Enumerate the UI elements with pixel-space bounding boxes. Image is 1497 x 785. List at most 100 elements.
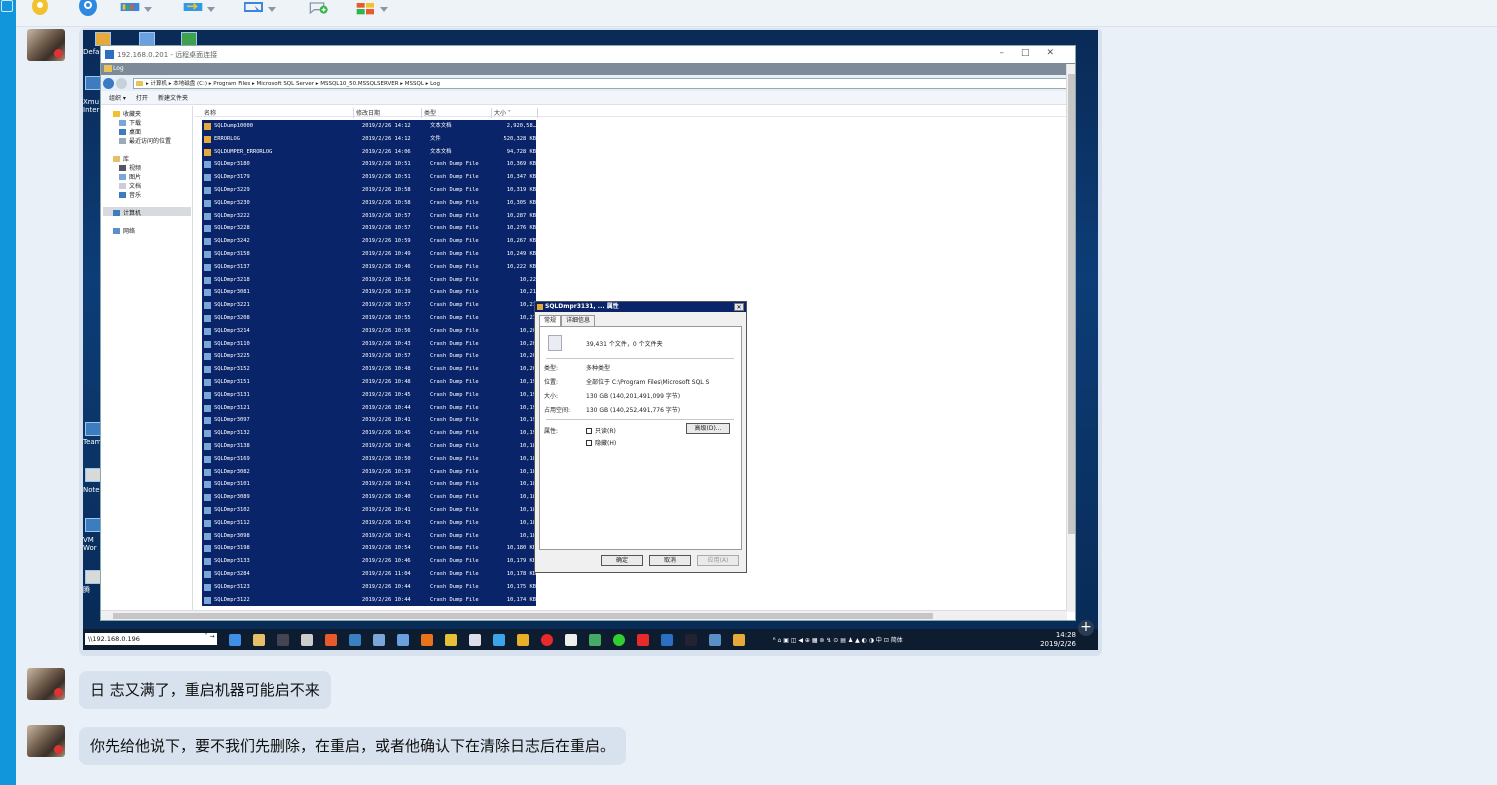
app-icon[interactable] [493,634,505,646]
file-row[interactable]: SQLDmpr3081 2019/2/26 10:39 Crash Dump Fil… [202,286,536,300]
nav-libraries[interactable]: 库 [113,154,129,163]
tab-details[interactable]: 详细信息 [561,315,596,326]
app-icon[interactable] [445,634,457,646]
chevron-down-icon[interactable] [268,6,276,12]
app-icon[interactable] [613,634,625,646]
file-row[interactable]: SQLDmpr3169 2019/2/26 10:50 Crash Dump Fil… [202,452,536,466]
file-row[interactable]: SQLDmpr3158 2019/2/26 10:49 Crash Dump Fil… [202,248,536,261]
message-bubble[interactable]: 日 志又满了，重启机器可能启不来 [79,671,331,709]
nav-favorites[interactable]: 收藏夹 [113,109,141,118]
file-row[interactable]: SQLDmpr3131 2019/2/26 10:45 Crash Dump Fil… [202,388,536,402]
file-row[interactable]: SQLDmpr3098 2019/2/26 10:41 Crash Dump Fil… [202,529,536,543]
file-row[interactable]: ERRORLOG 2019/2/26 14:12 文件 520,328 KB [202,132,536,146]
file-row[interactable]: SQLDmpr3137 2019/2/26 10:46 Crash Dump Fil… [202,260,536,274]
search-icon[interactable] [421,634,433,646]
message-bubble[interactable]: 你先给他说下，要不我们先删除，在重启，或者他确认下在清除日志后在重启。 [79,727,627,765]
horizontal-scrollbar[interactable] [101,610,1067,620]
file-row[interactable]: SQLDmpr3229 2019/2/26 10:58 Crash Dump Fil… [202,184,536,197]
chrome-icon[interactable] [517,634,529,646]
dialog-titlebar[interactable]: SQLDmpr3131, ... 属性 ✕ [535,302,746,312]
file-row[interactable]: SQLDmpr3102 2019/2/26 10:41 Crash Dump Fil… [202,504,536,517]
file-row[interactable]: SQLDmpr3222 2019/2/26 10:57 Crash Dump Fil… [202,209,536,223]
open-button[interactable]: 打开 [136,93,148,102]
chevron-down-icon[interactable] [144,6,152,12]
remote-desktop-button[interactable] [244,0,276,18]
file-row[interactable]: SQLDmpr3138 2019/2/26 10:46 Crash Dump Fil… [202,440,536,453]
file-row[interactable]: SQLDump10000 2019/2/26 14:12 文本文档 2,920,58… [202,120,536,133]
app-icon[interactable] [397,634,409,646]
file-row[interactable]: SQLDmpr3110 2019/2/26 10:43 Crash Dump Fil… [202,337,536,351]
file-row[interactable]: SQLDmpr3284 2019/2/26 11:04 Crash Dump Fil… [202,568,536,581]
file-row[interactable]: SQLDmpr3133 2019/2/26 10:46 Crash Dump Fil… [202,555,536,568]
app-icon[interactable] [349,634,361,646]
scroll-thumb[interactable] [113,613,933,619]
file-row[interactable]: SQLDmpr3225 2019/2/26 10:57 Crash Dump Fil… [202,350,536,364]
nav-computer[interactable]: 计算机 [113,208,141,217]
scroll-thumb[interactable] [1068,74,1075,534]
avatar[interactable] [27,668,65,700]
avatar[interactable] [27,29,65,61]
camera-button[interactable] [78,0,98,18]
terminal-icon[interactable] [685,634,697,646]
ie-icon[interactable] [229,634,241,646]
advanced-button[interactable]: 高级(D)... [686,423,730,434]
nav-recent[interactable]: 最近访问的位置 [119,136,171,145]
vertical-scrollbar[interactable] [1066,64,1075,612]
app-icon[interactable] [637,634,649,646]
opera-icon[interactable] [541,634,553,646]
file-row[interactable]: SQLDmpr3179 2019/2/26 10:51 Crash Dump Fil… [202,171,536,184]
file-row[interactable]: SQLDmpr3228 2019/2/26 10:57 Crash Dump Fil… [202,222,536,236]
col-size[interactable]: 大小 ˅ [492,108,538,118]
app-icon[interactable] [373,634,385,646]
sidebar-mini-icon[interactable] [1,0,13,12]
go-button[interactable]: ˅ → [204,633,215,645]
apps-button[interactable] [356,0,388,18]
file-row[interactable]: SQLDUMPER_ERRORLOG 2019/2/26 14:06 文本文档 94,… [202,145,536,159]
hidden-checkbox[interactable]: 隐藏(H) [586,438,616,447]
sql-server-icon[interactable] [589,634,601,646]
file-row[interactable]: SQLDmpr3112 2019/2/26 10:43 Crash Dump Fil… [202,516,536,530]
folder-icon[interactable] [253,634,265,646]
file-row[interactable]: SQLDmpr3208 2019/2/26 10:55 Crash Dump Fil… [202,312,536,325]
back-icon[interactable] [103,77,114,89]
file-row[interactable]: SQLDmpr3101 2019/2/26 10:41 Crash Dump Fil… [202,478,536,492]
file-row[interactable]: SQLDmpr3242 2019/2/26 10:59 Crash Dump Fil… [202,235,536,248]
taskbar-address-input[interactable]: \\192.168.0.196 [85,633,217,645]
rdp-titlebar[interactable]: 192.168.0.201 - 远程桌面连接 –□✕ [101,46,1075,63]
app-icon[interactable] [709,634,721,646]
file-row[interactable]: SQLDmpr3122 2019/2/26 10:44 Crash Dump Fil… [202,593,536,607]
nav-pictures[interactable]: 图片 [119,172,141,181]
screenshot-button[interactable] [120,0,152,18]
nav-music[interactable]: 音乐 [119,190,141,199]
col-type[interactable]: 类型 [422,108,492,118]
mic-button[interactable] [30,0,50,18]
file-row[interactable]: SQLDmpr3097 2019/2/26 10:41 Crash Dump Fil… [202,414,536,428]
ok-button[interactable]: 确定 [601,555,643,566]
zoom-plus-icon[interactable]: + [1078,620,1094,636]
file-row[interactable]: SQLDmpr3180 2019/2/26 10:51 Crash Dump Fil… [202,158,536,172]
tab-general[interactable]: 常规 [539,315,562,326]
file-row[interactable]: SQLDmpr3221 2019/2/26 10:57 Crash Dump Fil… [202,299,536,312]
file-transfer-button[interactable] [183,0,215,18]
file-row[interactable]: SQLDmpr3152 2019/2/26 10:48 Crash Dump Fil… [202,363,536,376]
file-row[interactable]: SQLDmpr3132 2019/2/26 10:45 Crash Dump Fil… [202,427,536,440]
file-row[interactable]: SQLDmpr3121 2019/2/26 10:44 Crash Dump Fil… [202,401,536,415]
organize-button[interactable]: 组织 ▾ [109,93,126,102]
nav-network[interactable]: 网络 [113,226,135,235]
avatar[interactable] [27,725,65,757]
app-icon[interactable] [469,634,481,646]
app-icon[interactable] [565,634,577,646]
nav-desktop[interactable]: 桌面 [119,127,141,136]
app-icon[interactable] [733,634,745,646]
app-icon[interactable] [277,634,289,646]
forward-icon[interactable] [116,77,127,89]
col-name[interactable]: 名称 [202,108,354,118]
apply-button[interactable]: 应用(A) [697,555,739,566]
readonly-checkbox[interactable]: 只读(R) [586,426,616,435]
cancel-button[interactable]: 取消 [649,555,691,566]
nav-downloads[interactable]: 下载 [119,118,141,127]
col-date[interactable]: 修改日期 [354,108,422,118]
taskbar-clock[interactable]: 14:28 2019/2/26 [1040,631,1076,649]
chevron-down-icon[interactable] [207,6,215,12]
nav-videos[interactable]: 视频 [119,163,141,172]
